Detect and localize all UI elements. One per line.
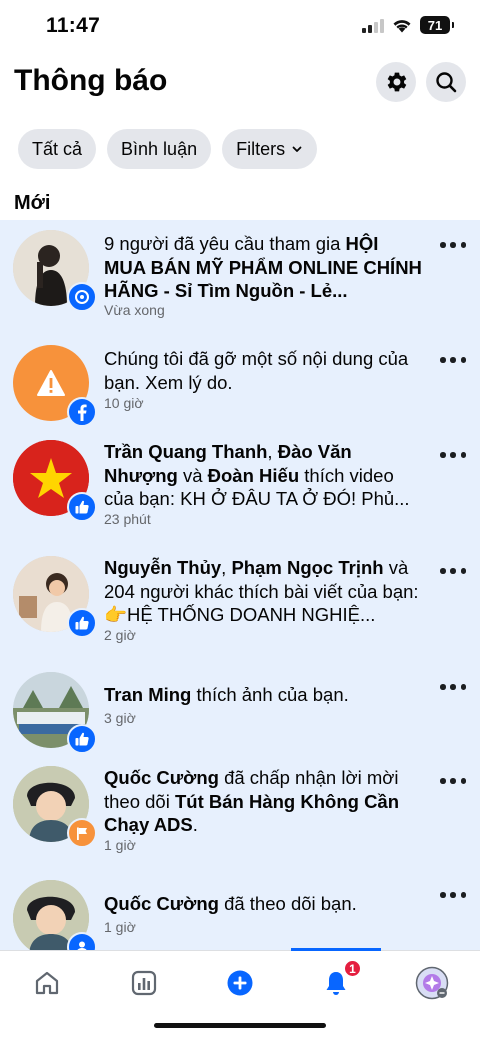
tab-home[interactable] [29,965,65,1001]
profile-icon [415,966,449,1000]
plus-icon [227,970,253,996]
notification-time: 2 giờ [104,627,136,643]
header: Thông báo [0,56,480,112]
avatar [13,345,97,427]
more-options-button[interactable] [440,682,466,692]
filter-all-label: Tất cả [32,138,83,159]
tab-create[interactable] [222,965,258,1001]
filter-comments-chip[interactable]: Bình luận [107,129,212,169]
notification-actor: Quốc Cường [104,767,219,788]
notification-item[interactable]: Chúng tôi đã gỡ một số nội dung của bạn.… [0,335,480,430]
like-icon [67,724,97,754]
tab-dashboard[interactable] [126,965,162,1001]
more-options-button[interactable] [440,566,466,576]
follow-icon [67,932,97,950]
notification-actor: Đoàn Hiếu [207,464,300,486]
like-icon [67,608,97,638]
notification-count-badge: 1 [343,959,362,978]
settings-button[interactable] [376,62,416,102]
filters-label: Filters [236,138,286,159]
like-icon [67,492,97,522]
notification-time: 10 giờ [104,395,144,411]
search-icon [436,72,457,93]
notification-time: 1 giờ [104,919,136,935]
wifi-icon [393,19,411,32]
notification-time: 23 phút [104,511,151,527]
notification-text: Trần Quang Thanh, Đào Văn Nhượng và Đoàn… [104,441,410,509]
home-indicator [154,1023,326,1028]
tab-notifications[interactable]: 1 [318,959,362,1001]
notification-item[interactable]: Quốc Cường đã theo dõi bạn. 1 giờ [0,878,480,950]
avatar [13,766,97,848]
notification-item[interactable]: Nguyễn Thủy, Phạm Ngọc Trịnh và 204 ngườ… [0,548,480,666]
notification-item[interactable]: Quốc Cường đã chấp nhận lời mời theo dõi… [0,758,480,878]
notification-time: Vừa xong [104,302,165,318]
notification-actor: Quốc Cường [104,893,219,914]
gear-icon [387,72,407,92]
notification-text: Nguyễn Thủy, Phạm Ngọc Trịnh và 204 ngườ… [104,557,419,625]
page-title: Thông báo [14,64,168,97]
avatar [13,672,97,754]
notification-item[interactable]: Trần Quang Thanh, Đào Văn Nhượng và Đoàn… [0,430,480,548]
notification-actor: Tút Bán Hàng Không Cần Chạy ADS [104,790,400,836]
section-title-new: Mới [14,192,51,214]
filter-chips: Tất cả Bình luận Filters [18,129,318,169]
notification-item[interactable]: Tran Ming thích ảnh của bạn. 3 giờ [0,666,480,758]
more-options-button[interactable] [440,450,466,460]
tab-profile[interactable] [414,965,450,1001]
bottom-tab-bar: 1 [0,948,480,1038]
status-time: 11:47 [46,14,101,37]
dashboard-icon [131,970,157,996]
status-indicators: 71 [362,16,454,34]
avatar [13,230,97,312]
filter-comments-label: Bình luận [121,138,198,159]
more-options-button[interactable] [440,890,466,900]
avatar [13,440,97,522]
notification-text: Tran Ming thích ảnh của bạn. [104,684,349,705]
notification-actor: HỘI MUA BÁN MỸ PHẨM ONLINE CHÍNH HÃNG - … [104,233,422,301]
notification-time: 1 giờ [104,837,136,853]
avatar [13,556,97,638]
search-button[interactable] [426,62,466,102]
avatar [13,880,97,950]
warning-icon [37,370,65,396]
chevron-down-icon [292,146,302,152]
signal-icon [362,18,384,33]
facebook-icon [67,397,97,427]
status-bar: 11:47 71 [0,0,480,52]
notification-actor: Nguyễn Thủy [104,557,222,578]
notification-text: Quốc Cường đã chấp nhận lời mời theo dõi… [104,767,400,836]
battery-indicator: 71 [420,16,454,34]
active-tab-indicator [291,948,381,951]
notification-actor: Trần Quang Thanh [104,441,268,462]
group-icon [67,282,97,312]
notification-list: 9 người đã yêu cầu tham gia HỘI MUA BÁN … [0,220,480,950]
more-options-button[interactable] [440,776,466,786]
filters-dropdown[interactable]: Filters [222,129,318,169]
filter-all-chip[interactable]: Tất cả [18,129,97,169]
more-options-button[interactable] [440,240,466,250]
notification-text: Quốc Cường đã theo dõi bạn. [104,893,357,914]
more-options-button[interactable] [440,355,466,365]
flag-icon [67,818,97,848]
notification-text: Chúng tôi đã gỡ một số nội dung của bạn.… [104,348,409,393]
notification-time: 3 giờ [104,710,136,726]
notification-actor: Phạm Ngọc Trịnh [231,557,384,578]
notification-actor: Tran Ming [104,684,192,705]
home-icon [35,971,59,995]
notification-text: 9 người đã yêu cầu tham gia HỘI MUA BÁN … [104,233,422,301]
notification-item[interactable]: 9 người đã yêu cầu tham gia HỘI MUA BÁN … [0,220,480,335]
